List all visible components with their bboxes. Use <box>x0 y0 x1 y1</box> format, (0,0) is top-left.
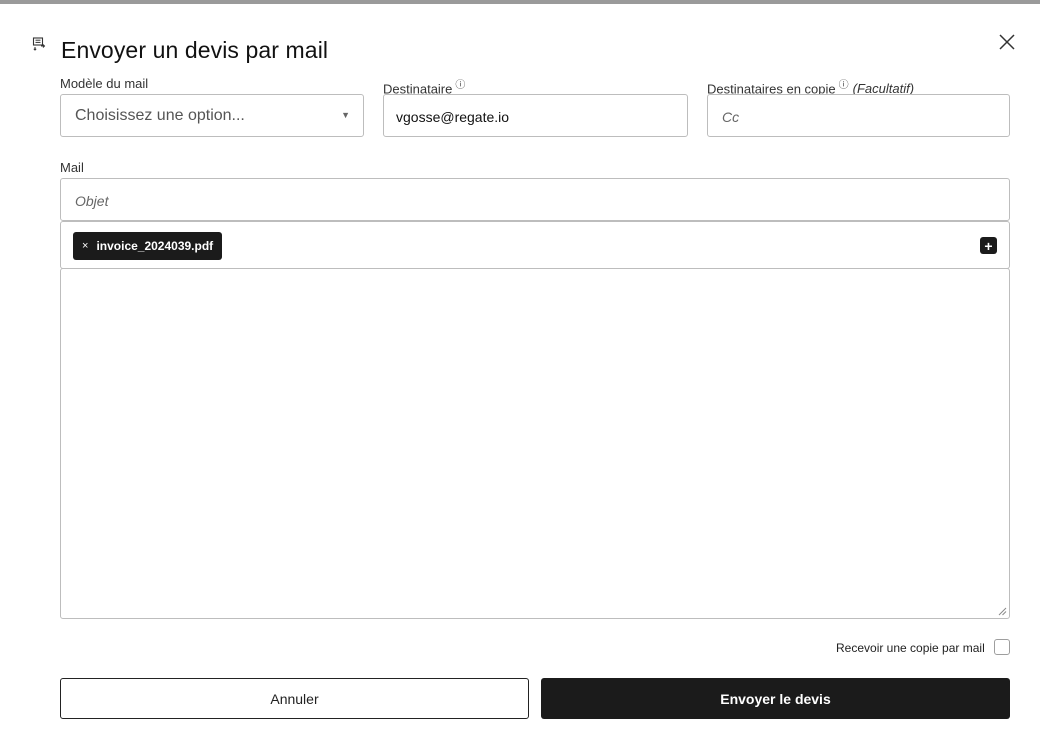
subject-input[interactable]: Objet <box>60 178 1010 221</box>
close-icon[interactable] <box>997 32 1017 52</box>
attachments-bar: × invoice_2024039.pdf + <box>60 221 1010 269</box>
dialog-title: Envoyer un devis par mail <box>61 37 329 63</box>
document-send-icon <box>32 37 46 51</box>
chevron-down-icon: ▼ <box>341 110 350 120</box>
attachment-chip[interactable]: × invoice_2024039.pdf <box>73 232 223 260</box>
attachment-name: invoice_2024039.pdf <box>96 239 214 253</box>
resize-handle-icon[interactable] <box>998 607 1007 616</box>
info-icon[interactable]: ⓘ <box>839 80 849 91</box>
template-select[interactable]: Choisissez une option... ▼ <box>60 94 364 137</box>
recipient-value: vgosse@regate.io <box>396 109 510 125</box>
mail-label: Mail <box>60 160 84 175</box>
mail-body-textarea[interactable] <box>60 268 1010 619</box>
add-attachment-button[interactable]: + <box>980 237 997 254</box>
subject-placeholder: Objet <box>75 193 109 209</box>
send-quote-dialog: Envoyer un devis par mail Modèle du mail… <box>0 4 1040 743</box>
template-select-value: Choisissez une option... <box>75 107 245 124</box>
receive-copy-label: Recevoir une copie par mail <box>836 641 985 655</box>
info-icon[interactable]: ⓘ <box>455 80 465 91</box>
plus-icon: + <box>984 237 993 254</box>
template-label-text: Modèle du mail <box>60 76 149 91</box>
template-label: Modèle du mail <box>60 76 148 91</box>
cc-input[interactable]: Cc <box>707 94 1010 137</box>
cancel-button[interactable]: Annuler <box>60 678 529 719</box>
receive-copy-checkbox[interactable] <box>994 639 1010 655</box>
remove-attachment-icon[interactable]: × <box>82 240 88 252</box>
recipient-input[interactable]: vgosse@regate.io <box>383 94 688 137</box>
cc-placeholder: Cc <box>722 109 740 125</box>
send-quote-button[interactable]: Envoyer le devis <box>541 678 1010 719</box>
